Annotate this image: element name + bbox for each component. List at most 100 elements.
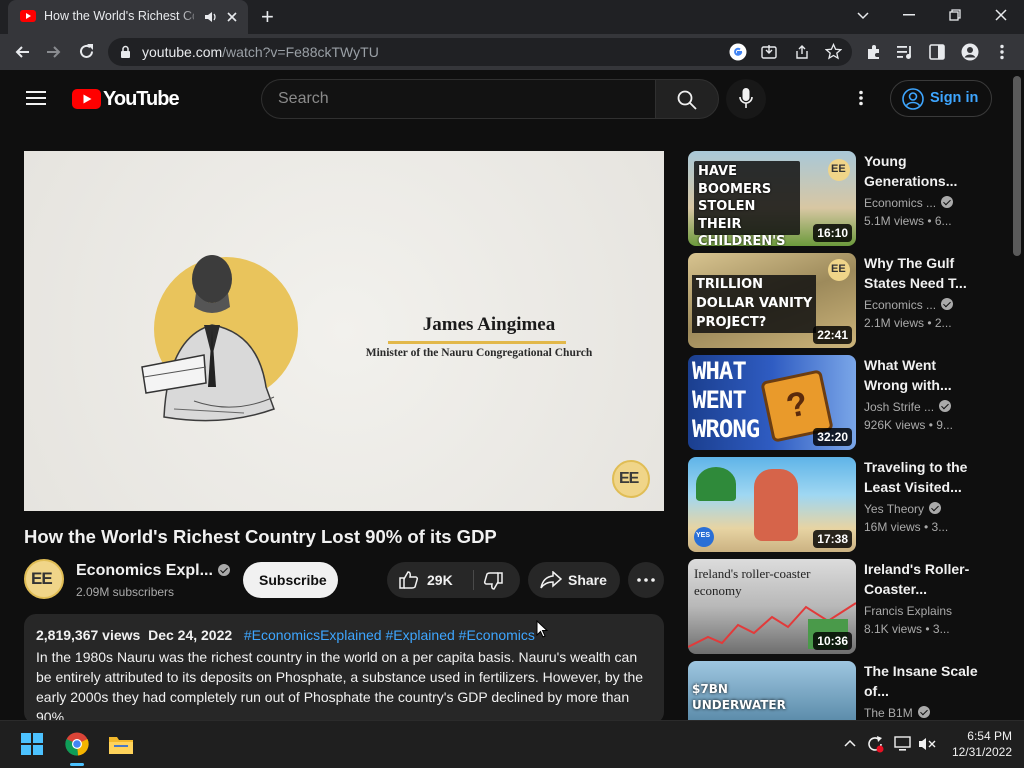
recommended-video[interactable]: HAVE BOOMERS STOLEN THEIR CHILDREN'S FUT… [688, 151, 1018, 246]
settings-menu-icon[interactable] [858, 90, 864, 106]
portrait-illustration [141, 255, 298, 422]
hashtag-link[interactable]: #Explained [385, 627, 454, 643]
tab-search-chevron-icon[interactable] [857, 11, 869, 21]
verified-badge-icon [939, 400, 952, 412]
recommended-title[interactable]: What Went Wrong with... [864, 355, 984, 395]
duration-badge: 10:36 [813, 632, 852, 650]
recommended-title[interactable]: The Insane Scale of... [864, 661, 984, 701]
recommended-title[interactable]: Ireland's Roller-Coaster... [864, 559, 984, 599]
video-thumbnail[interactable]: WHAT WENT WRONG ? 32:20 [688, 355, 856, 450]
duration-badge: 16:10 [813, 224, 852, 242]
channel-avatar[interactable]: EE [24, 559, 64, 599]
new-tab-button[interactable]: + [261, 4, 274, 30]
search-input[interactable] [278, 88, 638, 110]
hashtag-link[interactable]: #Economics [459, 627, 535, 643]
overlay-person-role: Minister of the Nauru Congregational Chu… [365, 347, 593, 359]
share-page-icon[interactable] [794, 44, 810, 60]
windows-start-icon[interactable] [21, 733, 43, 755]
clock-date: 12/31/2022 [951, 745, 1012, 759]
youtube-play-logo-icon [72, 89, 101, 109]
system-tray-chevron-icon[interactable] [844, 739, 856, 747]
speaker-icon[interactable] [204, 11, 218, 23]
recommended-video[interactable]: YES 17:38 Traveling to the Least Visited… [688, 457, 1018, 552]
sign-in-button[interactable]: Sign in [890, 80, 992, 117]
search-box[interactable] [261, 79, 656, 119]
reload-icon[interactable] [78, 43, 95, 60]
lock-icon[interactable] [120, 45, 131, 59]
duration-badge: 32:20 [813, 428, 852, 446]
video-player[interactable]: James Aingimea Minister of the Nauru Con… [24, 151, 664, 511]
forward-arrow-icon[interactable] [46, 44, 62, 60]
close-window-icon[interactable] [995, 9, 1007, 21]
duration-badge: 22:41 [813, 326, 852, 344]
subscribe-button[interactable]: Subscribe [243, 562, 338, 598]
video-thumbnail[interactable]: $7BN UNDERWATER [688, 661, 856, 720]
browser-tab[interactable]: How the World's Richest Cou [8, 0, 248, 34]
recommended-title[interactable]: Traveling to the Least Visited... [864, 457, 984, 497]
dislike-thumb-down-icon[interactable] [483, 572, 503, 590]
description-box[interactable]: 2,819,367 views Dec 24, 2022 #EconomicsE… [24, 614, 664, 724]
recommended-channel[interactable]: Yes Theory [864, 502, 942, 516]
like-count[interactable]: 29K [427, 572, 453, 588]
restore-icon[interactable] [949, 9, 961, 21]
sync-icon[interactable] [866, 735, 884, 753]
recommended-channel[interactable]: The B1M [864, 706, 930, 720]
channel-name[interactable]: Economics Expl... [76, 562, 230, 580]
more-horizontal-icon [637, 578, 655, 582]
address-bar[interactable]: youtube.com/watch?v=Fe88ckTWyTU [108, 38, 852, 66]
voice-search-button[interactable] [726, 79, 766, 119]
video-thumbnail[interactable]: HAVE BOOMERS STOLEN THEIR CHILDREN'S FUT… [688, 151, 856, 246]
overlay-divider [388, 341, 566, 344]
account-icon [902, 88, 924, 110]
video-thumbnail[interactable]: TRILLION DOLLAR VANITY PROJECT? EE 22:41 [688, 253, 856, 348]
extensions-puzzle-icon[interactable] [866, 44, 882, 60]
recommended-channel[interactable]: Economics ... [864, 196, 954, 210]
bookmark-star-icon[interactable] [825, 43, 842, 60]
network-icon[interactable] [894, 736, 912, 752]
thumbnail-text: $7BN UNDERWATER [692, 682, 786, 712]
mouse-cursor-icon [536, 620, 548, 638]
recommended-channel[interactable]: Economics ... [864, 298, 954, 312]
microphone-icon [739, 88, 753, 108]
recommended-meta: 5.1M views • 6... [864, 214, 952, 228]
channel-watermark[interactable]: EE [612, 460, 650, 498]
hashtag-link[interactable]: #EconomicsExplained [244, 627, 382, 643]
youtube-logo-text: YouTube [103, 88, 180, 110]
like-thumb-up-icon[interactable] [399, 571, 419, 589]
youtube-logo[interactable]: YouTube [72, 88, 180, 110]
tab-close-icon[interactable] [226, 11, 238, 23]
recommended-channel[interactable]: Francis Explains [864, 604, 952, 618]
verified-badge-icon [917, 706, 930, 718]
file-explorer-icon[interactable] [108, 733, 134, 755]
duration-badge: 17:38 [813, 530, 852, 548]
media-control-icon[interactable] [897, 44, 915, 60]
back-arrow-icon[interactable] [14, 44, 30, 60]
minimize-icon[interactable] [903, 14, 915, 16]
profile-icon[interactable] [961, 43, 979, 61]
recommended-title[interactable]: Why The Gulf States Need T... [864, 253, 984, 293]
recommended-video[interactable]: TRILLION DOLLAR VANITY PROJECT? EE 22:41… [688, 253, 1018, 348]
google-icon[interactable] [729, 43, 747, 61]
more-actions-button[interactable] [628, 562, 664, 598]
hamburger-menu-icon[interactable] [26, 90, 46, 106]
recommended-meta: 8.1K views • 3... [864, 622, 950, 636]
side-panel-icon[interactable] [929, 44, 945, 60]
share-label: Share [568, 572, 607, 588]
video-thumbnail[interactable]: YES 17:38 [688, 457, 856, 552]
chrome-taskbar-icon[interactable] [65, 732, 89, 756]
volume-muted-icon[interactable] [918, 737, 936, 751]
verified-badge-icon [217, 564, 230, 576]
recommended-video[interactable]: Ireland's roller-coaster economy 10:36 I… [688, 559, 1018, 654]
chrome-menu-icon[interactable] [999, 44, 1005, 60]
search-button[interactable] [655, 79, 719, 119]
recommended-title[interactable]: Young Generations... [864, 151, 984, 191]
taskbar-clock[interactable]: 6:54 PM 12/31/2022 [940, 728, 1012, 760]
url-text: youtube.com/watch?v=Fe88ckTWyTU [142, 44, 379, 60]
video-thumbnail[interactable]: Ireland's roller-coaster economy 10:36 [688, 559, 856, 654]
install-app-icon[interactable] [761, 44, 777, 60]
recommended-channel[interactable]: Josh Strife ... [864, 400, 952, 414]
recommended-video[interactable]: WHAT WENT WRONG ? 32:20 What Went Wrong … [688, 355, 1018, 450]
recommended-video[interactable]: $7BN UNDERWATER The Insane Scale of... T… [688, 661, 1018, 720]
scrollbar-thumb[interactable] [1013, 76, 1021, 256]
share-button[interactable]: Share [528, 562, 620, 598]
